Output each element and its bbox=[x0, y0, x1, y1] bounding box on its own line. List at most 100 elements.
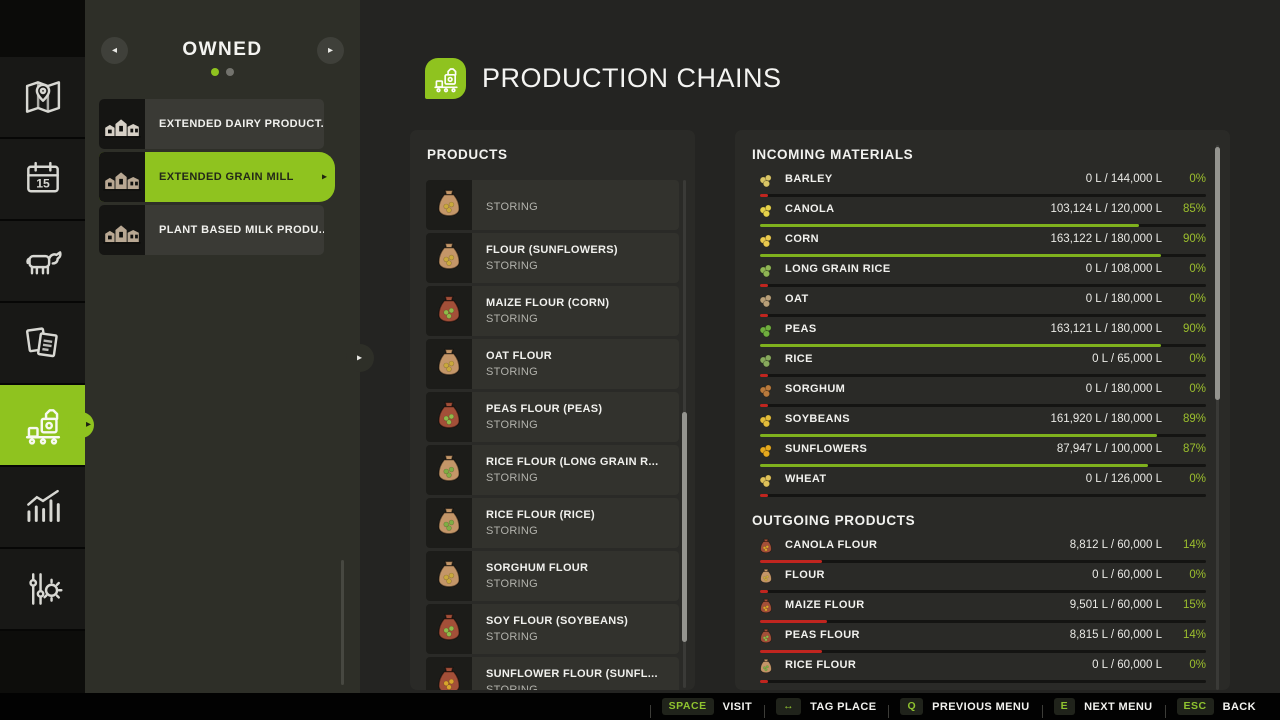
product-status: STORING bbox=[486, 419, 679, 431]
product-list-item[interactable]: PEAS FLOUR (PEAS) STORING bbox=[426, 392, 679, 442]
material-row[interactable]: WHEAT 0 L / 126,000 L 0% bbox=[735, 470, 1206, 500]
product-row[interactable]: FLOUR 0 L / 60,000 L 0% bbox=[735, 566, 1206, 596]
product-list-item[interactable]: STORING bbox=[426, 180, 679, 230]
flour-bag-icon bbox=[426, 233, 472, 283]
material-row[interactable]: LONG GRAIN RICE 0 L / 108,000 L 0% bbox=[735, 260, 1206, 290]
product-list-item[interactable]: SORGHUM FLOUR STORING bbox=[426, 551, 679, 601]
fill-bar bbox=[760, 314, 768, 317]
sidebar-item-animals[interactable] bbox=[0, 221, 85, 303]
material-fill-percent: 87% bbox=[1166, 443, 1206, 455]
sidebar-item-map[interactable] bbox=[0, 57, 85, 139]
material-row[interactable]: SUNFLOWERS 87,947 L / 100,000 L 87% bbox=[735, 440, 1206, 470]
building-name: PLANT BASED MILK PRODU... bbox=[145, 224, 324, 236]
next-page-button[interactable]: ▸ bbox=[317, 37, 344, 64]
materials-panel: INCOMING MATERIALS BARLEY 0 L / 144,000 … bbox=[735, 130, 1230, 690]
page-dot[interactable] bbox=[226, 68, 234, 76]
active-notch-arrow-icon: ▸ bbox=[86, 420, 91, 430]
material-row[interactable]: CANOLA 103,124 L / 120,000 L 85% bbox=[735, 200, 1206, 230]
product-list-item[interactable]: RICE FLOUR (RICE) STORING bbox=[426, 498, 679, 548]
material-fill-level: 0 L / 65,000 L bbox=[1092, 353, 1162, 365]
product-list-item[interactable]: SUNFLOWER FLOUR (SUNFL... STORING bbox=[426, 657, 679, 690]
product-row[interactable]: CANOLA FLOUR 8,812 L / 60,000 L 14% bbox=[735, 536, 1206, 566]
key-hint[interactable]: ESC BACK bbox=[1165, 698, 1268, 715]
material-row[interactable]: OAT 0 L / 180,000 L 0% bbox=[735, 290, 1206, 320]
sidebar-item-production-chains[interactable]: ▸ bbox=[0, 385, 85, 467]
key-cap: ESC bbox=[1177, 698, 1214, 715]
material-row[interactable]: BARLEY 0 L / 144,000 L 0% bbox=[735, 170, 1206, 200]
previous-page-button[interactable]: ◂ bbox=[101, 37, 128, 64]
sidebar-item-calendar[interactable]: 15 bbox=[0, 139, 85, 221]
key-action-label: VISIT bbox=[723, 701, 753, 713]
owned-list-scrollbar[interactable] bbox=[341, 560, 344, 685]
production-chains-screen: 15 ▸ ◂ OWNED ▸ bbox=[0, 0, 1280, 720]
material-fill-percent: 0% bbox=[1166, 353, 1206, 365]
panel-collapse-handle[interactable]: ▸ bbox=[346, 344, 374, 372]
material-row[interactable]: CORN 163,122 L / 180,000 L 90% bbox=[735, 230, 1206, 260]
materials-scrollbar-thumb[interactable] bbox=[1215, 147, 1220, 400]
page-dot[interactable] bbox=[211, 68, 219, 76]
owned-panel-title: OWNED bbox=[182, 39, 262, 61]
product-title: PEAS FLOUR (PEAS) bbox=[486, 403, 679, 415]
product-list-item[interactable]: MAIZE FLOUR (CORN) STORING bbox=[426, 286, 679, 336]
product-status: STORING bbox=[486, 578, 679, 590]
product-fill-level: 9,501 L / 60,000 L bbox=[1070, 599, 1162, 611]
fill-bar-track bbox=[760, 314, 1206, 317]
building-thumbnail bbox=[99, 205, 145, 255]
product-row[interactable]: MAIZE FLOUR 9,501 L / 60,000 L 15% bbox=[735, 596, 1206, 626]
flour-bag-icon bbox=[426, 551, 472, 601]
product-status: STORING bbox=[486, 313, 679, 325]
material-name: SORGHUM bbox=[785, 383, 845, 395]
fill-bar bbox=[760, 620, 827, 623]
owned-building-list: EXTENDED DAIRY PRODUCT... ▸ EXTENDED GRA… bbox=[99, 99, 339, 258]
material-row[interactable]: SORGHUM 0 L / 180,000 L 0% bbox=[735, 380, 1206, 410]
material-name: RICE bbox=[785, 353, 813, 365]
product-title: MAIZE FLOUR (CORN) bbox=[486, 297, 679, 309]
product-fill-percent: 0% bbox=[1166, 659, 1206, 671]
sidebar-item-contracts[interactable] bbox=[0, 303, 85, 385]
contracts-icon bbox=[21, 321, 65, 365]
product-status: STORING bbox=[486, 684, 679, 690]
owned-building-item[interactable]: EXTENDED GRAIN MILL ▸ bbox=[99, 152, 335, 202]
product-row[interactable]: RICE FLOUR 0 L / 60,000 L 0% bbox=[735, 656, 1206, 686]
flour-bag-icon bbox=[757, 658, 775, 676]
flour-bag-icon bbox=[426, 286, 472, 336]
building-thumbnail bbox=[99, 99, 145, 149]
page-title: PRODUCTION CHAINS bbox=[482, 63, 782, 94]
sidebar-item-settings[interactable] bbox=[0, 549, 85, 631]
product-list-item[interactable]: FLOUR (SUNFLOWERS) STORING bbox=[426, 233, 679, 283]
product-list-item[interactable]: OAT FLOUR STORING bbox=[426, 339, 679, 389]
material-fill-level: 0 L / 144,000 L bbox=[1086, 173, 1162, 185]
material-row[interactable]: SOYBEANS 161,920 L / 180,000 L 89% bbox=[735, 410, 1206, 440]
fill-bar-track bbox=[760, 344, 1206, 347]
key-hint[interactable]: E NEXT MENU bbox=[1042, 698, 1165, 715]
sidebar-item-statistics[interactable] bbox=[0, 467, 85, 549]
key-hint[interactable]: SPACE VISIT bbox=[650, 698, 764, 715]
product-list-item[interactable]: RICE FLOUR (LONG GRAIN R... STORING bbox=[426, 445, 679, 495]
material-fill-level: 163,122 L / 180,000 L bbox=[1051, 233, 1162, 245]
product-title: RICE FLOUR (RICE) bbox=[486, 509, 679, 521]
material-row[interactable]: PEAS 163,121 L / 180,000 L 90% bbox=[735, 320, 1206, 350]
material-fill-level: 0 L / 180,000 L bbox=[1086, 383, 1162, 395]
animals-icon bbox=[21, 239, 65, 283]
crop-icon bbox=[757, 472, 775, 490]
fill-bar bbox=[760, 284, 768, 287]
key-hint[interactable]: Q PREVIOUS MENU bbox=[888, 698, 1041, 715]
product-list-item[interactable]: SOY FLOUR (SOYBEANS) STORING bbox=[426, 604, 679, 654]
fill-bar-track bbox=[760, 590, 1206, 593]
product-row[interactable]: PEAS FLOUR 8,815 L / 60,000 L 14% bbox=[735, 626, 1206, 656]
fill-bar bbox=[760, 680, 768, 683]
product-status: STORING bbox=[486, 201, 679, 213]
fill-bar bbox=[760, 464, 1148, 467]
material-fill-level: 0 L / 180,000 L bbox=[1086, 293, 1162, 305]
fill-bar bbox=[760, 434, 1157, 437]
flour-bag-icon bbox=[426, 498, 472, 548]
key-action-label: TAG PLACE bbox=[810, 701, 876, 713]
material-row[interactable]: RICE 0 L / 65,000 L 0% bbox=[735, 350, 1206, 380]
sidebar-spacer bbox=[0, 0, 85, 57]
products-scrollbar-thumb[interactable] bbox=[682, 412, 687, 642]
key-hint[interactable]: ↔ TAG PLACE bbox=[764, 698, 888, 715]
material-name: CORN bbox=[785, 233, 819, 245]
products-panel: PRODUCTS STORING bbox=[410, 130, 695, 690]
owned-building-item[interactable]: PLANT BASED MILK PRODU... ▸ bbox=[99, 205, 324, 255]
owned-building-item[interactable]: EXTENDED DAIRY PRODUCT... ▸ bbox=[99, 99, 324, 149]
